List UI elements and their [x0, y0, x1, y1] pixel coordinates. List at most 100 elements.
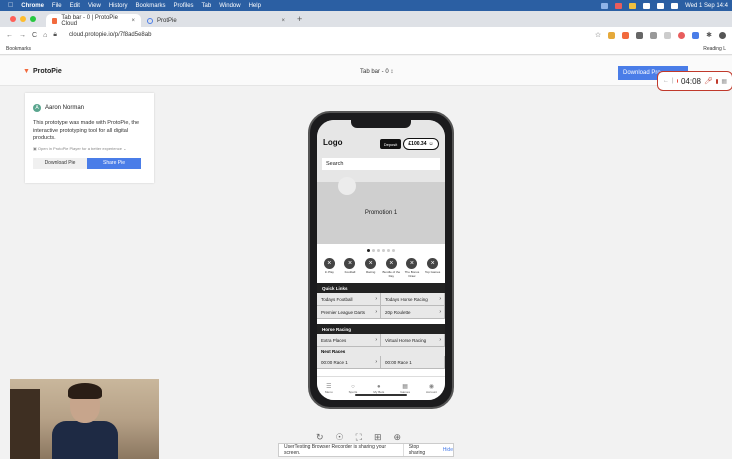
nav-my-bets[interactable]: ● My Bets [373, 384, 384, 394]
chevron-right-icon: › [375, 309, 377, 315]
wifi-icon[interactable] [643, 2, 651, 9]
protopie-logo[interactable]: ▼ ProtoPie [23, 68, 62, 75]
nav-account[interactable]: ◉ Account [426, 383, 437, 394]
nav-games[interactable]: ▦ Games [400, 383, 410, 394]
clock[interactable]: Wed 1 Sep 14:4 [685, 3, 728, 9]
search-input[interactable]: Search [322, 158, 440, 170]
menu-history[interactable]: History [109, 3, 128, 9]
battery-icon[interactable] [657, 2, 665, 9]
back-arrow-icon[interactable]: ← [663, 78, 669, 84]
close-circle-icon: × [344, 258, 356, 269]
apple-icon[interactable]:  [8, 2, 13, 9]
extension-icon[interactable] [678, 31, 686, 39]
menu-file[interactable]: File [52, 3, 62, 9]
phone-notch [351, 120, 411, 128]
extension-icon[interactable] [692, 31, 700, 39]
carousel-dot[interactable] [392, 248, 395, 252]
zoom-icon[interactable]: ⊕ [393, 432, 401, 443]
menu-bookmarks[interactable]: Bookmarks [136, 3, 166, 9]
nav-menu[interactable]: ☰ Menu [325, 383, 333, 394]
puzzle-icon[interactable]: ✱ [706, 31, 712, 39]
avatar: A [33, 104, 41, 112]
promotion-banner[interactable]: Promotion 1 [317, 177, 445, 244]
category-bundle[interactable]: × Bundle of the Day [381, 258, 401, 278]
extension-icon[interactable] [608, 31, 616, 39]
menu-help[interactable]: Help [249, 3, 261, 9]
extension-icon[interactable] [636, 31, 644, 39]
menu-chrome[interactable]: Chrome [21, 3, 44, 9]
hide-button[interactable]: Hide [443, 447, 453, 453]
open-in-player-link[interactable]: ▣ Open in ProtoPie Player for a better e… [33, 146, 146, 151]
close-circle-icon: × [385, 258, 397, 269]
home-icon[interactable]: ⌂ [43, 32, 47, 39]
quick-link[interactable]: Todays Football › [317, 293, 381, 305]
fullscreen-icon[interactable]: ⛶ [356, 432, 362, 443]
close-window-button[interactable] [10, 16, 16, 22]
bookmarks-folder[interactable]: Bookmarks [6, 46, 31, 52]
tab-protopie-cloud[interactable]: Tab bar - 0 | ProtoPie Cloud × [46, 14, 141, 27]
reload-icon[interactable]: C [32, 32, 37, 39]
share-pie-button[interactable]: Share Pie [87, 157, 141, 169]
new-tab-button[interactable]: + [291, 14, 308, 27]
microphone-icon[interactable]: 🎤︎ [704, 77, 713, 85]
webcam-preview[interactable] [10, 379, 159, 459]
minimize-window-button[interactable] [20, 16, 26, 22]
extension-icon[interactable] [664, 31, 672, 39]
menu-profiles[interactable]: Profiles [174, 3, 194, 9]
carousel-dot[interactable] [367, 248, 370, 252]
back-icon[interactable]: ← [6, 32, 13, 39]
reading-list-button[interactable]: Reading L [703, 46, 726, 52]
lock-icon[interactable]: 🔒︎ [53, 31, 57, 39]
chevron-right-icon: › [439, 309, 441, 315]
menu-tab[interactable]: Tab [202, 3, 212, 9]
url-input[interactable]: cloud.protopie.io/p/7f8ad5e8ab [69, 32, 151, 38]
download-pie-button[interactable]: Download Pie [33, 157, 87, 169]
category-bonus-draw[interactable]: × The Bonus Draw [402, 258, 422, 278]
close-tab-icon[interactable]: × [281, 18, 285, 24]
extension-icon[interactable] [622, 31, 630, 39]
chevron-right-icon: › [439, 337, 441, 343]
restart-icon[interactable]: ↻ [316, 432, 324, 443]
menu-view[interactable]: View [88, 3, 101, 9]
profile-avatar[interactable] [719, 31, 726, 39]
category-football[interactable]: × Football [340, 258, 360, 278]
carousel-dot[interactable] [382, 248, 385, 252]
category-racing[interactable]: × Racing [361, 258, 381, 278]
quick-link[interactable]: Premier League Darts › [317, 306, 381, 318]
racing-link[interactable]: Extra Places › [317, 334, 381, 346]
quick-link[interactable]: Todays Horse Racing › [381, 293, 445, 305]
close-tab-icon[interactable]: × [131, 18, 135, 24]
stop-sharing-button[interactable]: Stop sharing [402, 444, 435, 456]
menu-window[interactable]: Window [219, 3, 240, 9]
balance-badge[interactable]: £100.34 ☺ [403, 138, 439, 150]
category-top-games[interactable]: × Top Games [423, 258, 443, 278]
globe-icon [147, 17, 153, 24]
category-in-play[interactable]: × In Play [319, 258, 339, 278]
quick-link[interactable]: 20p Roulette › [381, 306, 445, 318]
camera-icon[interactable] [715, 78, 719, 84]
carousel-dot[interactable] [377, 248, 380, 252]
race-link[interactable]: 00:00 Race 1 [381, 356, 445, 368]
touch-icon[interactable]: ☉ [336, 432, 344, 443]
racing-link[interactable]: Virtual Horse Racing › [381, 334, 445, 346]
race-link[interactable]: 00:00 Race 1 › [317, 356, 381, 368]
carousel-dot[interactable] [372, 248, 375, 252]
banner-circle [338, 177, 356, 195]
tray-icon[interactable] [615, 2, 623, 9]
nav-sports[interactable]: ○ Sports [349, 384, 358, 394]
menu-edit[interactable]: Edit [70, 3, 80, 9]
extension-icon[interactable] [650, 31, 658, 39]
forward-icon[interactable]: → [19, 32, 26, 39]
grid-icon[interactable]: ▦ [721, 78, 727, 85]
tray-icon[interactable] [601, 2, 609, 9]
fit-icon[interactable]: ⊞ [374, 432, 382, 443]
bookmark-star-icon[interactable]: ☆ [595, 31, 601, 39]
maximize-window-button[interactable] [30, 16, 36, 22]
search-icon[interactable] [671, 2, 679, 9]
tray-icon[interactable] [629, 2, 637, 9]
carousel-dot[interactable] [387, 248, 390, 252]
deposit-button[interactable]: Deposit [380, 139, 401, 149]
tab-protpie[interactable]: ProtPie × [141, 14, 291, 27]
prototype-title[interactable]: Tab bar - 0 ↕ [360, 69, 393, 75]
user-icon: ☺ [428, 141, 434, 147]
